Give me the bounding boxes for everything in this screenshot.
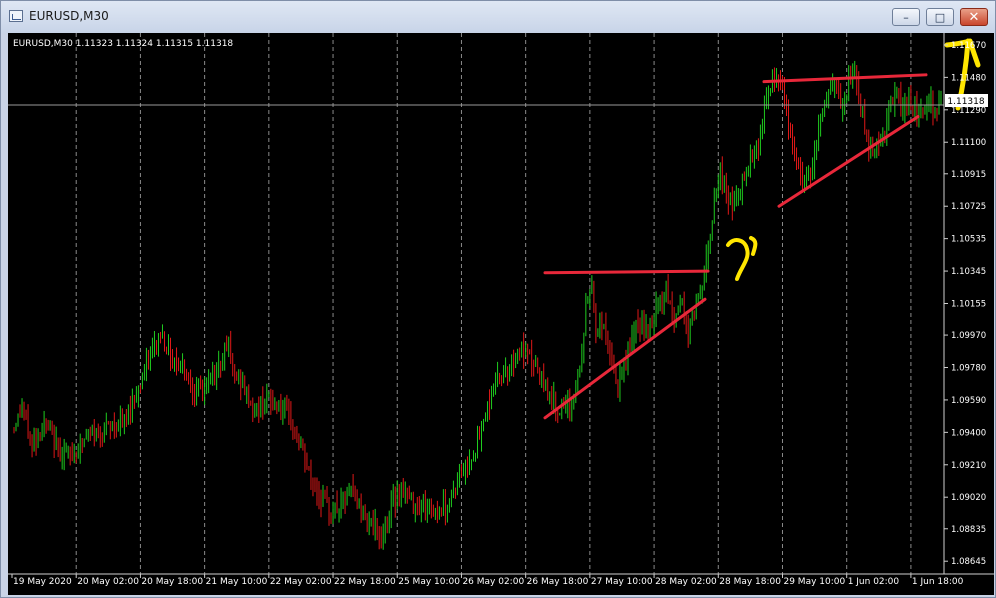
y-tick-label: 1.11480: [951, 73, 986, 83]
x-tick-label: 20 May 18:00: [141, 577, 203, 587]
x-tick-label: 29 May 10:00: [783, 577, 845, 587]
y-tick-label: 1.10345: [951, 267, 986, 277]
x-tick-label: 22 May 02:00: [270, 577, 332, 587]
y-tick-label: 1.09210: [951, 461, 986, 471]
y-tick-label: 1.09970: [951, 331, 986, 341]
symbol-info-text: EURUSD,M30 1.11323 1.11324 1.11315 1.113…: [13, 39, 233, 49]
y-tick-label: 1.10915: [951, 170, 986, 180]
y-tick-label: 1.09780: [951, 363, 986, 373]
trendline: [543, 269, 710, 275]
close-button[interactable]: ✕: [960, 8, 988, 26]
x-tick-label: 22 May 18:00: [334, 577, 396, 587]
x-tick-label: 20 May 02:00: [77, 577, 139, 587]
current-price-label: 1.11318: [947, 97, 984, 107]
x-tick-label: 21 May 10:00: [206, 577, 268, 587]
minimize-button[interactable]: –: [892, 8, 920, 26]
y-tick-label: 1.10535: [951, 235, 986, 245]
y-tick-label: 1.08645: [951, 557, 986, 567]
x-tick-label: 26 May 18:00: [527, 577, 589, 587]
y-tick-label: 1.11290: [951, 106, 986, 116]
chart-area[interactable]: 1.11670 1.11480 1.11290 1.11100 1.10915 1.107…: [8, 33, 994, 595]
x-tick-label: 19 May 2020: [13, 577, 72, 587]
x-tick-label: 26 May 02:00: [462, 577, 524, 587]
x-tick-label: 27 May 10:00: [591, 577, 653, 587]
y-tick-label: 1.10155: [951, 300, 986, 310]
y-tick-label: 1.09590: [951, 396, 986, 406]
y-tick-label: 1.09020: [951, 493, 986, 503]
chart-background: [8, 33, 994, 595]
x-tick-label: 28 May 18:00: [719, 577, 781, 587]
price-chart[interactable]: 1.11670 1.11480 1.11290 1.11100 1.10915 1.107…: [8, 33, 994, 595]
y-tick-label: 1.10725: [951, 202, 986, 212]
maximize-button[interactable]: □: [926, 8, 954, 26]
y-tick-label: 1.11100: [951, 138, 986, 148]
y-tick-label: 1.09400: [951, 428, 986, 438]
chart-window-icon: [9, 10, 23, 22]
y-tick-label: 1.08835: [951, 525, 986, 535]
x-tick-label: 25 May 10:00: [398, 577, 460, 587]
window-title: EURUSD,M30: [29, 9, 109, 23]
x-tick-label: 1 Jun 02:00: [848, 577, 900, 587]
y-tick-label: 1.11670: [951, 41, 986, 51]
terminal-window: EURUSD,M30 – □ ✕ 1.11670 1.11480 1.11290 1.…: [0, 0, 996, 598]
x-tick-label: 28 May 02:00: [655, 577, 717, 587]
title-bar[interactable]: EURUSD,M30 – □ ✕: [1, 1, 995, 33]
x-tick-label: 1 Jun 18:00: [912, 577, 964, 587]
